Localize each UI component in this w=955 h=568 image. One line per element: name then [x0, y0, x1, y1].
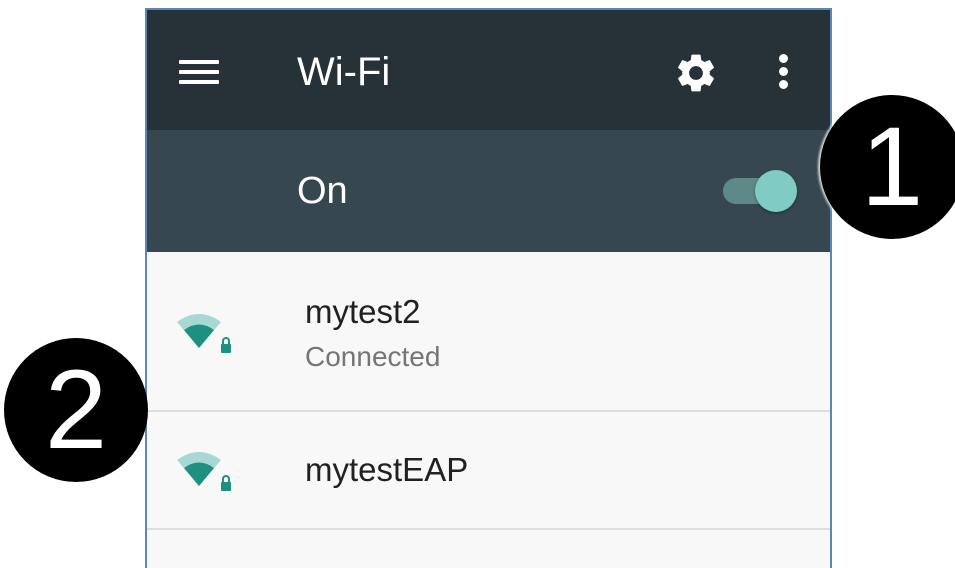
- callout-badge-2: 2: [4, 338, 148, 482]
- network-name: mytestEAP: [305, 451, 469, 488]
- network-item[interactable]: mytest2 Connected: [147, 252, 830, 412]
- network-name: mytest2: [305, 293, 421, 330]
- network-item[interactable]: mytestEAP: [147, 412, 830, 530]
- callout-badge-1: 1: [820, 95, 955, 239]
- wifi-signal-locked-icon: [175, 448, 237, 498]
- wifi-signal-locked-icon: [175, 310, 237, 360]
- network-list: mytest2 Connected mytestEAP: [147, 252, 830, 530]
- page-title: Wi-Fi: [297, 50, 391, 94]
- gear-icon[interactable]: [673, 50, 719, 96]
- switch-state-label: On: [297, 170, 348, 212]
- network-status: Connected: [305, 341, 441, 372]
- hamburger-menu-icon[interactable]: [179, 56, 221, 86]
- more-vert-icon[interactable]: [777, 52, 791, 92]
- wifi-toggle[interactable]: [723, 170, 797, 212]
- app-toolbar: Wi-Fi: [147, 10, 830, 130]
- wifi-switch-bar[interactable]: On: [147, 130, 830, 252]
- toggle-thumb: [755, 170, 797, 212]
- phone-screen: Wi-Fi On mytest2 Connected mytestEAP: [145, 8, 832, 568]
